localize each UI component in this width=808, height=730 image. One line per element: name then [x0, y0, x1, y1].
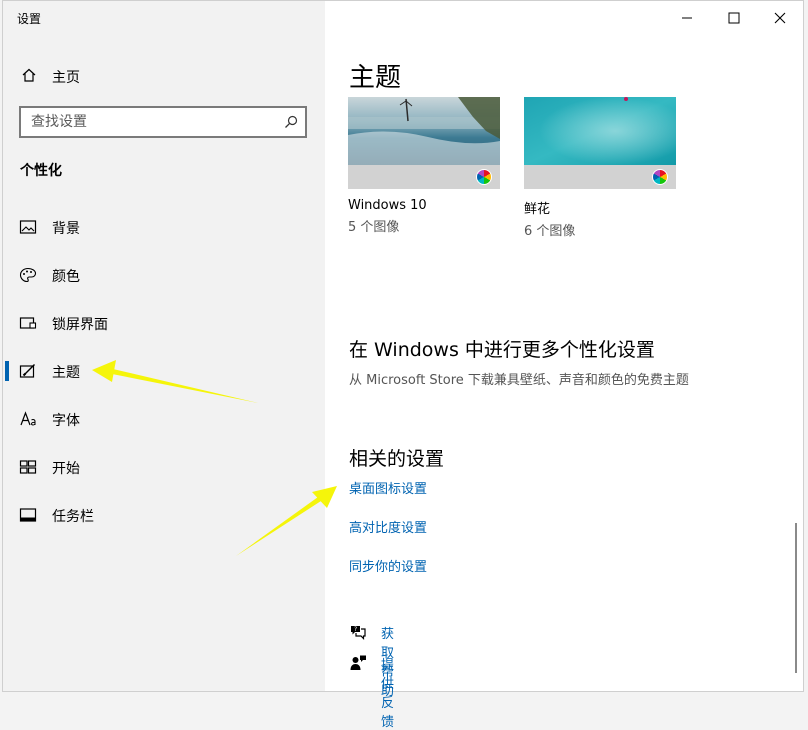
close-button[interactable] — [757, 7, 803, 29]
sidebar-item-label: 主题 — [52, 365, 80, 381]
selection-indicator — [5, 361, 9, 381]
sidebar-item-label: 锁屏界面 — [52, 317, 108, 333]
picture-icon — [19, 220, 37, 234]
theme-card-flowers[interactable]: 鲜花 6 个图像 — [524, 97, 676, 239]
page-title: 主题 — [349, 63, 402, 93]
sidebar-item-colors[interactable]: 颜色 — [3, 255, 325, 295]
sync-settings-link[interactable]: 同步你的设置 — [349, 556, 427, 575]
sidebar-item-label: 任务栏 — [52, 509, 94, 525]
maximize-icon — [728, 12, 740, 24]
minimize-button[interactable] — [665, 7, 711, 29]
lock-screen-icon — [19, 317, 37, 329]
theme-thumbnail — [524, 97, 676, 165]
theme-name: 鲜花 — [524, 202, 551, 217]
section-title: 个性化 — [20, 163, 62, 179]
desktop-icon-settings-link[interactable]: 桌面图标设置 — [349, 478, 427, 497]
close-icon — [774, 12, 786, 24]
color-wheel-icon — [476, 169, 492, 185]
help-chat-icon: ? — [351, 626, 366, 640]
sidebar-item-taskbar[interactable]: 任务栏 — [3, 495, 325, 535]
sidebar-item-label: 主页 — [52, 70, 80, 86]
minimize-icon — [682, 17, 692, 19]
sidebar-item-background[interactable]: 背景 — [3, 207, 325, 247]
more-personalization-title: 在 Windows 中进行更多个性化设置 — [349, 339, 655, 361]
theme-image-count: 5 个图像 — [348, 220, 400, 235]
sidebar-item-label: 背景 — [52, 221, 80, 237]
theme-card-windows10[interactable]: Windows 10 5 个图像 — [348, 97, 500, 235]
start-grid-icon — [19, 460, 37, 474]
maximize-button[interactable] — [711, 7, 757, 29]
feedback-person-icon — [350, 655, 366, 670]
theme-color-strip — [524, 165, 676, 189]
sidebar: 设置 主页 个性化 背景 — [3, 1, 325, 691]
sidebar-item-label: 颜色 — [52, 269, 80, 285]
theme-color-strip — [348, 165, 500, 189]
search-box[interactable] — [19, 106, 307, 138]
sidebar-item-label: 字体 — [52, 413, 80, 429]
sidebar-item-start[interactable]: 开始 — [3, 447, 325, 487]
search-icon[interactable] — [284, 115, 298, 129]
home-icon — [22, 68, 36, 82]
high-contrast-settings-link[interactable]: 高对比度设置 — [349, 517, 427, 536]
font-icon — [20, 411, 36, 426]
search-input[interactable] — [21, 108, 305, 136]
theme-brush-icon — [19, 364, 35, 378]
color-wheel-icon — [652, 169, 668, 185]
theme-thumbnail — [348, 97, 500, 165]
svg-text:?: ? — [354, 626, 357, 633]
give-feedback-label: 提供反馈 — [381, 658, 395, 730]
sidebar-item-themes[interactable]: 主题 — [3, 351, 325, 391]
theme-image-count: 6 个图像 — [524, 224, 576, 239]
sidebar-item-fonts[interactable]: 字体 — [3, 399, 325, 439]
main-content: 主题 Windows 10 5 个图像 鲜花 6 个图像 在 Windows 中… — [325, 1, 803, 730]
palette-icon — [19, 267, 37, 283]
taskbar-icon — [19, 508, 37, 522]
related-settings-title: 相关的设置 — [349, 448, 445, 470]
theme-name: Windows 10 — [348, 198, 427, 213]
settings-window: 设置 主页 个性化 背景 — [2, 0, 804, 730]
sidebar-item-label: 开始 — [52, 461, 80, 477]
more-personalization-subtitle: 从 Microsoft Store 下载兼具壁纸、声音和颜色的免费主题 — [349, 373, 689, 388]
app-title: 设置 — [17, 12, 42, 26]
sidebar-item-home[interactable]: 主页 — [3, 59, 325, 91]
sidebar-item-lock-screen[interactable]: 锁屏界面 — [3, 303, 325, 343]
scrollbar-thumb[interactable] — [795, 523, 797, 673]
